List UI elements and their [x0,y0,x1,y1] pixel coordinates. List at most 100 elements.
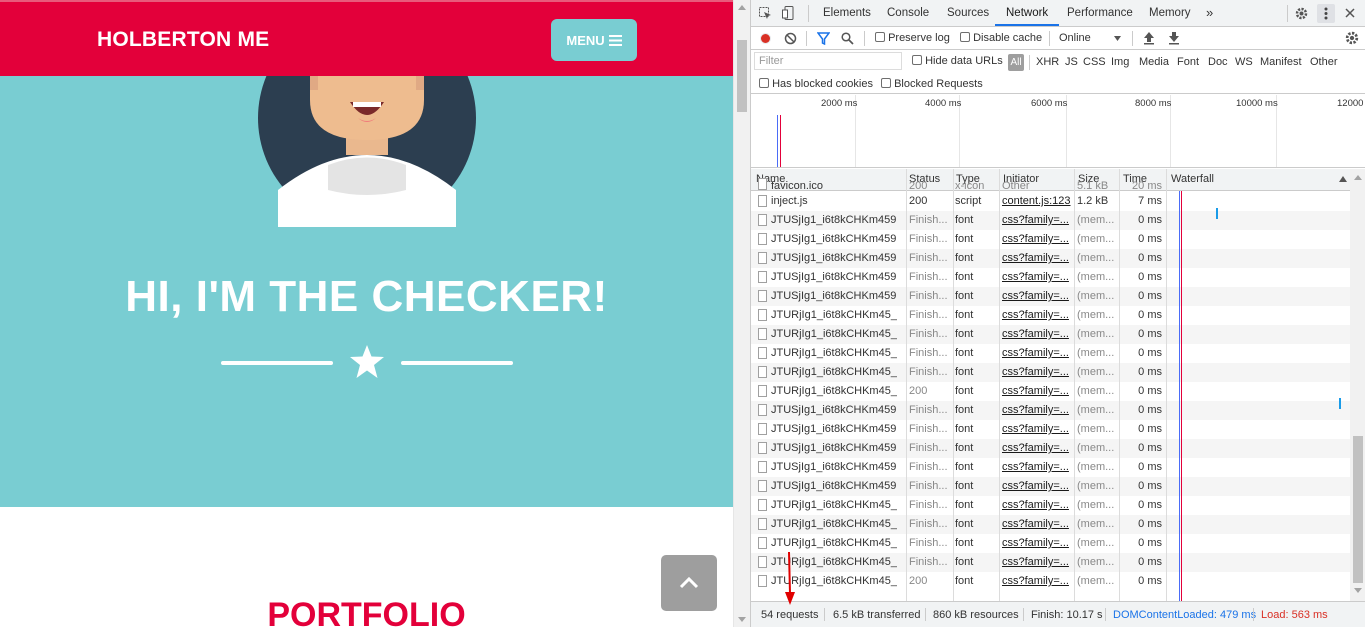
request-type: font [955,404,974,416]
chevron-down-icon[interactable] [1114,36,1121,41]
request-initiator-link[interactable]: css?family=... [1002,537,1074,549]
request-initiator-link[interactable]: css?family=... [1002,290,1074,302]
overview-tick: 4000 ms [925,98,962,109]
request-initiator-link[interactable]: css?family=... [1002,309,1074,321]
request-initiator-link[interactable]: css?family=... [1002,404,1074,416]
more-tabs-button[interactable]: » [1206,5,1213,20]
filter-funnel-icon[interactable] [817,32,830,45]
file-icon [758,499,767,511]
request-initiator-link[interactable]: css?family=... [1002,575,1074,587]
filter-img[interactable]: Img [1111,56,1129,68]
preserve-log-checkbox[interactable] [875,32,885,42]
preserve-log-toggle[interactable]: Preserve log [875,32,950,44]
has-blocked-cookies-checkbox[interactable] [759,78,769,88]
menu-button[interactable]: MENU [551,19,637,61]
disable-cache-label: Disable cache [973,32,1043,44]
scroll-up-arrow-icon[interactable] [1354,175,1362,180]
request-initiator: Other [1002,180,1030,192]
import-har-icon[interactable] [1143,31,1155,45]
more-options-icon[interactable] [1317,4,1335,23]
filter-ws[interactable]: WS [1235,56,1253,68]
request-initiator-link[interactable]: css?family=... [1002,233,1074,245]
request-initiator-link[interactable]: css?family=... [1002,480,1074,492]
tab-network[interactable]: Network [1006,7,1048,19]
disable-cache-checkbox[interactable] [960,32,970,42]
scroll-down-arrow-icon[interactable] [1354,588,1362,593]
tab-sources[interactable]: Sources [947,7,989,19]
has-blocked-cookies-toggle[interactable]: Has blocked cookies [759,78,873,90]
filter-js[interactable]: JS [1065,56,1078,68]
request-initiator-link[interactable]: css?family=... [1002,328,1074,340]
request-time: 0 ms [1138,480,1162,492]
scroll-to-top-button[interactable] [661,555,717,611]
scroll-up-arrow-icon[interactable] [738,5,746,10]
request-status: Finish... [909,518,948,530]
file-icon [758,252,767,264]
filter-media[interactable]: Media [1139,56,1169,68]
request-initiator-link[interactable]: css?family=... [1002,518,1074,530]
overview-tick: 8000 ms [1135,98,1172,109]
settings-gear-icon[interactable] [1295,7,1308,20]
request-status: Finish... [909,233,948,245]
request-initiator-link[interactable]: content.js:123 [1002,195,1074,207]
tab-memory[interactable]: Memory [1149,7,1191,19]
site-brand[interactable]: HOLBERTON ME [97,28,269,52]
request-time: 0 ms [1138,233,1162,245]
close-icon[interactable] [1345,8,1355,18]
timeline-overview[interactable]: 2000 ms 4000 ms 6000 ms 8000 ms 10000 ms… [751,95,1365,168]
request-initiator-link[interactable]: css?family=... [1002,423,1074,435]
request-initiator-link[interactable]: css?family=... [1002,499,1074,511]
tab-console[interactable]: Console [887,7,929,19]
filter-input[interactable]: Filter [754,52,902,70]
page-scrollbar-thumb[interactable] [737,40,747,112]
request-initiator-link[interactable]: css?family=... [1002,252,1074,264]
request-initiator-link[interactable]: css?family=... [1002,461,1074,473]
filter-other[interactable]: Other [1310,56,1338,68]
request-initiator-link[interactable]: css?family=... [1002,556,1074,568]
filter-all-button[interactable]: All [1008,54,1024,71]
blocked-requests-toggle[interactable]: Blocked Requests [881,78,983,90]
toolbar-separator [806,31,807,46]
export-har-icon[interactable] [1168,31,1180,45]
request-name: JTURjIg1_i6t8kCHKm45_... [771,366,897,378]
filter-xhr[interactable]: XHR [1036,56,1059,68]
file-icon [758,518,767,530]
filter-font[interactable]: Font [1177,56,1199,68]
record-icon[interactable] [759,32,772,45]
filter-manifest[interactable]: Manifest [1260,56,1302,68]
search-icon[interactable] [841,32,854,45]
hide-data-urls-checkbox[interactable] [912,55,922,65]
filter-css[interactable]: CSS [1083,56,1106,68]
overview-tick: 12000 [1337,98,1364,109]
request-initiator-link[interactable]: css?family=... [1002,347,1074,359]
request-initiator-link[interactable]: css?family=... [1002,366,1074,378]
request-status: Finish... [909,309,948,321]
divider-line-left [221,361,333,365]
sort-ascending-icon[interactable] [1339,176,1347,182]
request-initiator-link[interactable]: css?family=... [1002,385,1074,397]
request-status: Finish... [909,499,948,511]
page-scrollbar[interactable] [733,0,750,627]
request-initiator-link[interactable]: css?family=... [1002,271,1074,283]
hide-data-urls-toggle[interactable]: Hide data URLs [912,55,1003,67]
disable-cache-toggle[interactable]: Disable cache [960,32,1042,44]
scroll-down-arrow-icon[interactable] [738,617,746,622]
tab-performance[interactable]: Performance [1067,7,1133,19]
table-scrollbar[interactable] [1350,169,1365,601]
request-time: 0 ms [1138,252,1162,264]
file-icon [758,461,767,473]
network-toolbar: Preserve log Disable cache Online [751,27,1365,50]
inspect-element-icon[interactable] [759,7,772,20]
clear-icon[interactable] [784,32,797,45]
network-settings-gear-icon[interactable] [1345,31,1359,45]
blocked-requests-checkbox[interactable] [881,78,891,88]
request-initiator-link[interactable]: css?family=... [1002,442,1074,454]
device-toolbar-icon[interactable] [782,6,796,20]
table-scrollbar-thumb[interactable] [1353,436,1363,583]
filter-doc[interactable]: Doc [1208,56,1228,68]
file-icon [758,366,767,378]
request-name: JTUSjIg1_i6t8kCHKm459... [771,442,897,454]
request-initiator-link[interactable]: css?family=... [1002,214,1074,226]
tab-elements[interactable]: Elements [823,7,871,19]
throttling-select[interactable]: Online [1059,32,1091,44]
